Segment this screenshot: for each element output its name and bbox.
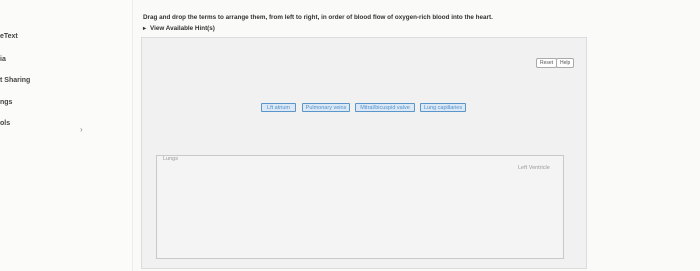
drag-tile-pulmonary-veins[interactable]: Pulmonary veins	[302, 103, 350, 112]
chevron-right-icon[interactable]: ›	[80, 125, 83, 134]
caret-right-icon: ▸	[143, 26, 147, 32]
sidebar-item-etext[interactable]: eText	[0, 33, 18, 40]
view-hints-label: View Available Hint(s)	[150, 25, 215, 32]
drag-tile-mitral-valve[interactable]: Mitral/bicuspid valve	[355, 103, 415, 112]
sidebar-item-sharing[interactable]: t Sharing	[0, 77, 30, 84]
question-instruction: Drag and drop the terms to arrange them,…	[143, 14, 493, 21]
drop-zone-right-label: Left Ventricle	[518, 165, 550, 171]
view-hints-link[interactable]: ▸ View Available Hint(s)	[143, 25, 215, 32]
drag-tile-lung-capillaries[interactable]: Lung capillaries	[420, 103, 466, 112]
drag-tile-left-atrium[interactable]: Lft atrium	[261, 103, 296, 112]
help-button[interactable]: Help	[556, 58, 575, 68]
drop-zone-left-label: Lungs	[163, 156, 178, 162]
drop-zone[interactable]	[156, 155, 564, 259]
reset-button[interactable]: Reset	[536, 58, 558, 68]
left-sidebar: eText ia t Sharing ngs ols ›	[0, 0, 133, 271]
sidebar-item-tools[interactable]: ols	[0, 120, 10, 127]
sidebar-item-media[interactable]: ia	[0, 56, 6, 63]
sidebar-item-settings[interactable]: ngs	[0, 99, 12, 106]
